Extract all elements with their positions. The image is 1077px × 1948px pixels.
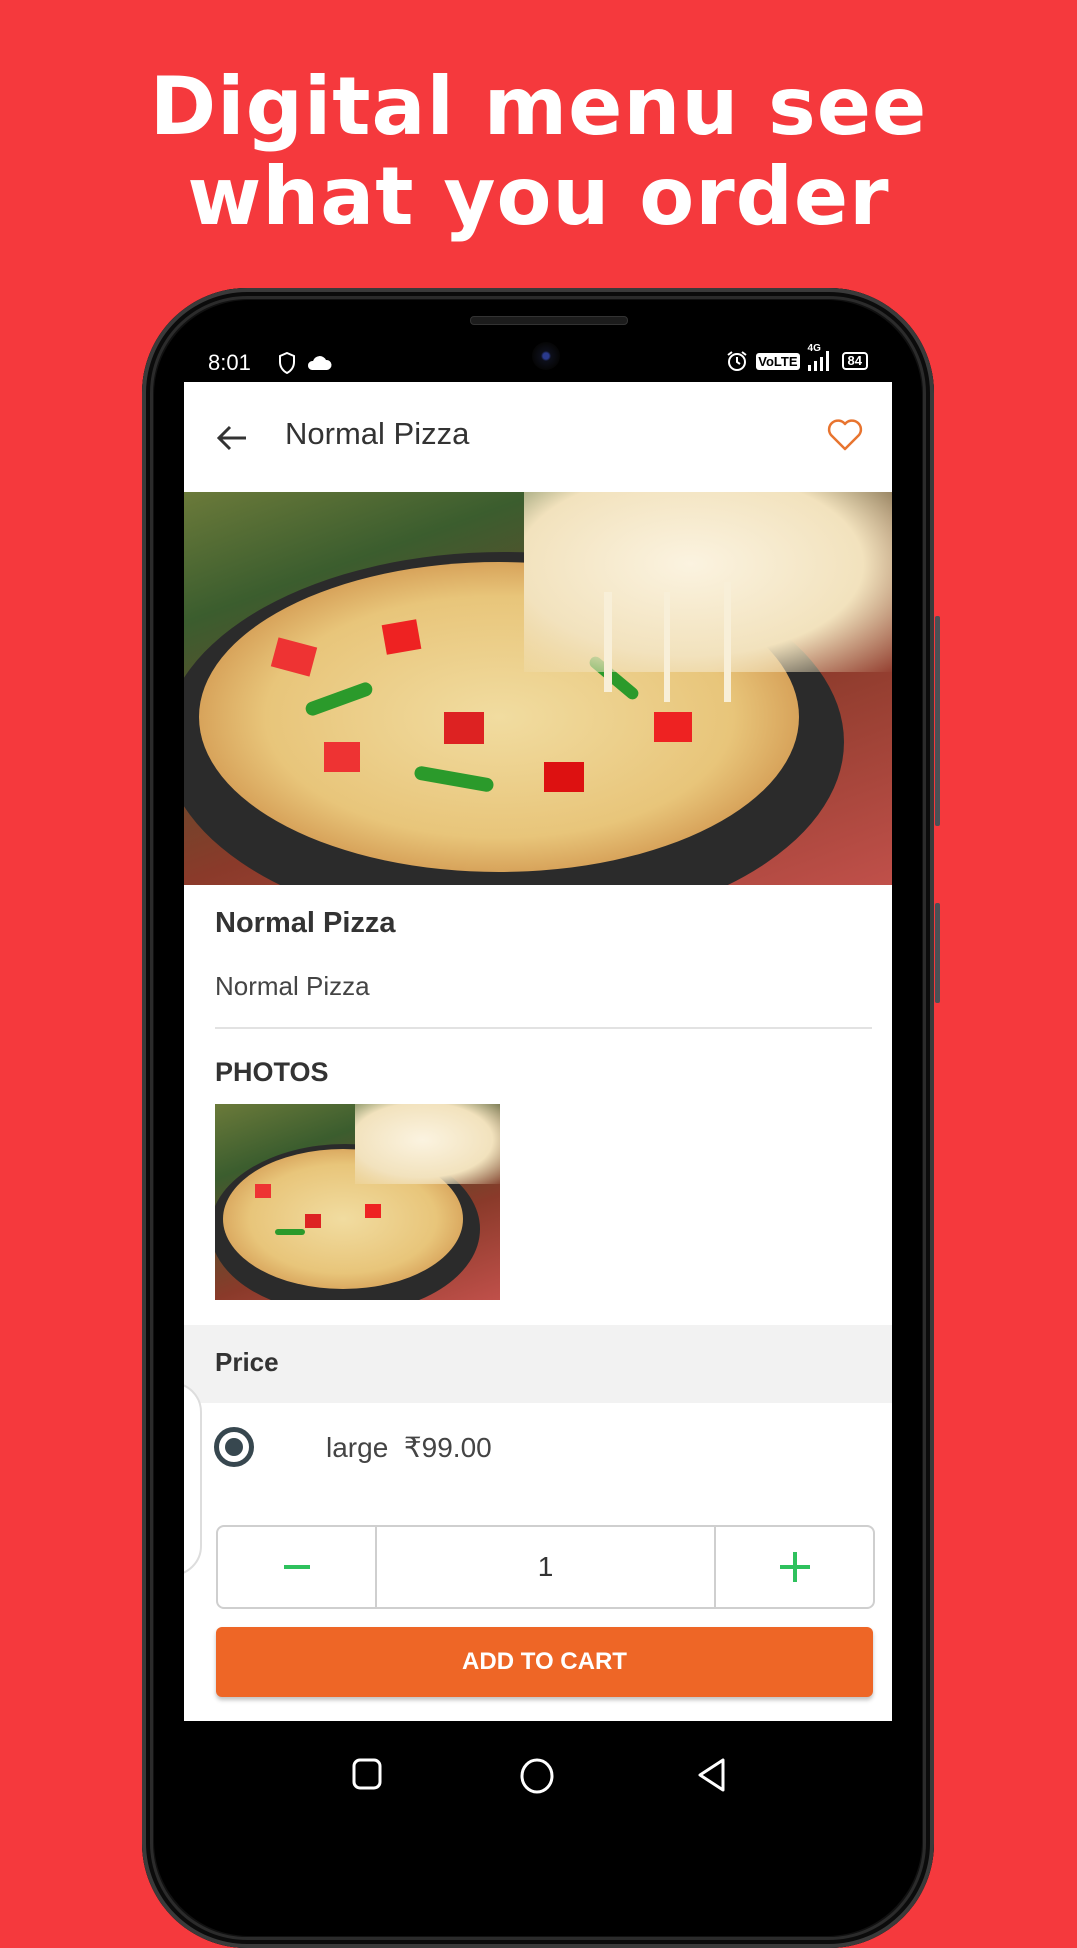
plus-icon xyxy=(779,1552,810,1582)
page-title: Normal Pizza xyxy=(285,416,470,451)
promo-headline-line2: what you order xyxy=(187,150,890,243)
arrow-left-icon[interactable] xyxy=(214,420,250,456)
signal-4g-icon: 4G xyxy=(807,343,834,371)
price-option-label: large ₹99.00 xyxy=(326,1431,492,1464)
quantity-value[interactable]: 1 xyxy=(375,1527,716,1607)
photos-label: PHOTOS xyxy=(215,1057,329,1087)
promo-headline: Digital menu see what you order xyxy=(0,62,1077,242)
quantity-stepper: 1 xyxy=(216,1525,875,1609)
system-nav-bar xyxy=(184,1721,892,1821)
app-screen: Normal Pizza Normal Pizza Normal Pizza P… xyxy=(184,382,892,1721)
status-bar: 8:01 VoLTE 4G 84 xyxy=(194,343,882,376)
product-description: Normal Pizza xyxy=(215,971,370,1001)
phone-screen-bezel: 8:01 VoLTE 4G 84 Normal Pizza Normal Piz… xyxy=(154,300,922,1936)
cloud-icon xyxy=(307,356,332,370)
product-name: Normal Pizza xyxy=(215,907,396,939)
side-drawer-handle[interactable] xyxy=(184,1382,202,1576)
volte-badge: VoLTE xyxy=(756,352,800,370)
app-bar: Normal Pizza xyxy=(184,382,892,492)
size-radio-selected[interactable] xyxy=(214,1427,254,1467)
earpiece-speaker xyxy=(470,316,628,325)
heart-outline-icon[interactable] xyxy=(826,416,864,454)
price-label: Price xyxy=(215,1347,279,1377)
network-type-label: 4G xyxy=(807,343,821,354)
decrement-button[interactable] xyxy=(218,1527,375,1607)
price-option-row[interactable]: large ₹99.00 xyxy=(184,1403,892,1503)
increment-button[interactable] xyxy=(716,1527,873,1607)
add-to-cart-button[interactable]: ADD TO CART xyxy=(216,1627,873,1697)
back-icon[interactable] xyxy=(696,1757,728,1793)
divider xyxy=(215,1027,872,1029)
pizza-photo xyxy=(184,492,892,885)
status-time: 8:01 xyxy=(208,350,251,375)
phone-frame: 8:01 VoLTE 4G 84 Normal Pizza Normal Piz… xyxy=(142,288,940,1948)
minus-icon xyxy=(283,1565,310,1569)
pizza-thumbnail[interactable] xyxy=(215,1104,500,1300)
shield-icon xyxy=(279,352,295,374)
recents-icon[interactable] xyxy=(351,1757,383,1791)
option-size: large xyxy=(326,1432,389,1463)
price-section-header: Price xyxy=(184,1325,892,1403)
alarm-icon xyxy=(727,351,747,371)
battery-icon: 84 xyxy=(841,352,868,370)
power-button xyxy=(935,903,940,1003)
volume-button xyxy=(935,616,940,826)
option-price: ₹99.00 xyxy=(403,1432,492,1463)
promo-headline-line1: Digital menu see xyxy=(149,60,928,153)
home-icon[interactable] xyxy=(518,1757,556,1795)
